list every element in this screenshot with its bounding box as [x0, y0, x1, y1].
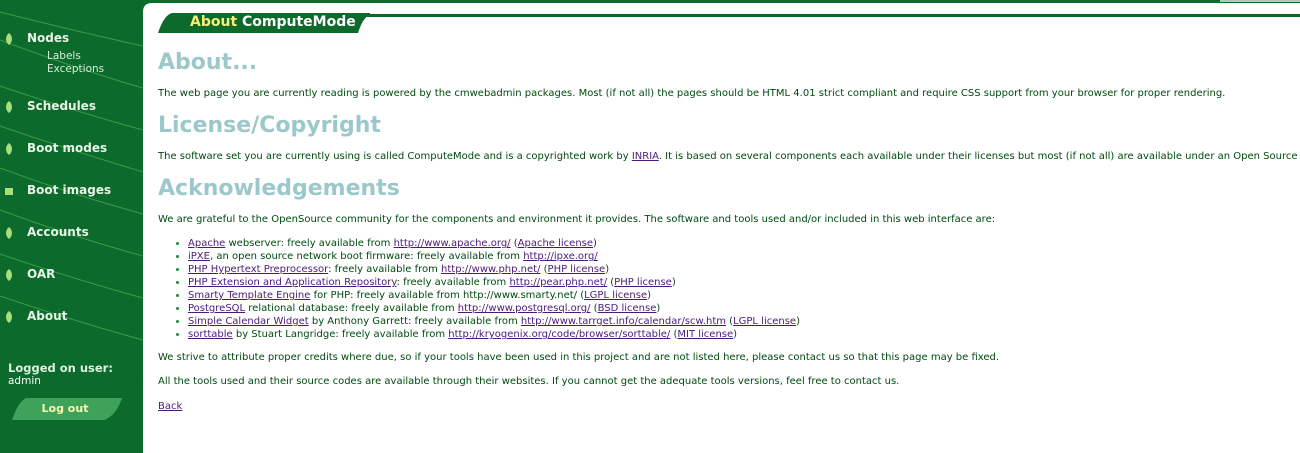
logout-button-label: Log out	[41, 402, 89, 415]
sidebar-item-about[interactable]: About	[0, 306, 143, 328]
logged-on-label: Logged on user:	[8, 361, 113, 375]
acknowledgement-text: by Anthony Garrett: freely available fro…	[308, 316, 521, 327]
sidebar-item-schedules[interactable]: Schedules	[0, 96, 143, 118]
sidebar-item-label: Boot images	[27, 183, 112, 197]
header-line	[360, 14, 1300, 17]
acknowledgement-link[interactable]: http://www.apache.org/	[394, 238, 511, 249]
acknowledgement-link[interactable]: http://ipxe.org/	[523, 251, 597, 262]
acknowledgement-link[interactable]: sorttable	[188, 329, 233, 340]
logout-button[interactable]: Log out	[12, 398, 124, 420]
credits-note: We strive to attribute proper credits wh…	[158, 352, 1000, 363]
leaf-icon	[6, 269, 12, 281]
acknowledgement-link[interactable]: BSD license	[598, 303, 657, 314]
back-link[interactable]: Back	[158, 401, 182, 412]
main-content: About... The web page you are currently …	[158, 48, 1300, 414]
acknowledgement-item: Simple Calendar Widget by Anthony Garret…	[188, 315, 1298, 328]
acknowledgement-link[interactable]: Apache license	[518, 238, 593, 249]
acknowledgement-link[interactable]: http://pear.php.net/	[509, 277, 607, 288]
acknowledgements-intro: We are grateful to the OpenSource commun…	[158, 214, 996, 225]
acknowledgements-list: Apache webserver: freely available from …	[158, 237, 1298, 341]
leaf-icon	[6, 311, 12, 323]
acknowledgement-link[interactable]: LGPL license	[733, 316, 796, 327]
acknowledgement-text: : freely available from	[396, 277, 510, 288]
logged-on-username: admin	[8, 375, 41, 387]
acknowledgement-link[interactable]: PostgreSQL	[188, 303, 245, 314]
acknowledgement-text: )	[733, 329, 738, 340]
leaf-icon	[6, 33, 12, 45]
acknowledgement-link[interactable]: http://www.tarrget.info/calendar/scw.htm	[521, 316, 726, 327]
sidebar-item-label: Schedules	[27, 99, 96, 113]
acknowledgement-item: Smarty Template Engine for PHP: freely a…	[188, 289, 1298, 302]
leaf-icon	[6, 143, 12, 155]
sidebar: Nodes Labels Exceptions Schedules Boot m…	[0, 0, 143, 453]
acknowledgement-link[interactable]: PHP Extension and Application Repository	[188, 277, 397, 288]
acknowledgement-text: )	[671, 277, 676, 288]
page-title-name: ComputeMode	[242, 14, 356, 30]
sidebar-item-label: About	[27, 309, 68, 323]
acknowledgement-item: iPXE, an open source network boot firmwa…	[188, 250, 1298, 263]
inria-link[interactable]: INRIA	[632, 151, 659, 162]
acknowledgement-link[interactable]: PHP license	[548, 264, 606, 275]
acknowledgement-text: (	[725, 316, 734, 327]
acknowledgement-link[interactable]: iPXE	[188, 251, 210, 262]
leaf-icon	[6, 227, 12, 239]
license-text: The software set you are currently using…	[158, 150, 1300, 164]
acknowledgement-link[interactable]: Smarty Template Engine	[188, 290, 310, 301]
acknowledgement-text: for PHP: freely available from http://ww…	[310, 290, 585, 301]
sidebar-item-label: Nodes	[27, 31, 70, 45]
acknowledgement-text: )	[656, 303, 661, 314]
sidebar-subitem-exceptions[interactable]: Exceptions	[47, 63, 104, 75]
acknowledgement-text: )	[593, 238, 597, 249]
sidebar-item-boot-images[interactable]: Boot images	[0, 180, 143, 202]
leaf-icon	[5, 188, 13, 195]
license-text-before: The software set you are currently using…	[158, 151, 632, 162]
acknowledgement-text: webserver: freely available from	[225, 238, 394, 249]
acknowledgement-text: )	[796, 316, 800, 327]
acknowledgement-link[interactable]: http://kryogenix.org/code/browser/sortta…	[448, 329, 670, 340]
page-title-prefix: About	[190, 14, 238, 30]
about-heading: About...	[158, 50, 258, 75]
sidebar-item-nodes[interactable]: Nodes	[0, 28, 143, 50]
acknowledgement-text: (	[510, 238, 518, 249]
acknowledgement-text: )	[605, 264, 610, 275]
acknowledgement-text: : freely available from	[328, 264, 442, 275]
acknowledgement-text: )	[647, 290, 652, 301]
acknowledgement-link[interactable]: PHP Hypertext Preprocessor	[188, 264, 328, 275]
top-border	[143, 0, 1300, 3]
about-text: The web page you are currently reading i…	[158, 88, 1226, 99]
acknowledgement-link[interactable]: http://www.postgresql.org/	[458, 303, 591, 314]
sidebar-item-label: Accounts	[27, 225, 89, 239]
acknowledgement-link[interactable]: Simple Calendar Widget	[188, 316, 309, 327]
acknowledgement-text: by Stuart Langridge: freely available fr…	[232, 329, 449, 340]
acknowledgement-text: relational database: freely available fr…	[245, 303, 458, 314]
acknowledgement-text: (	[590, 303, 598, 314]
leaf-icon	[6, 101, 12, 113]
acknowledgement-link[interactable]: http://www.php.net/	[441, 264, 540, 275]
top-border-light	[1220, 0, 1300, 2]
sidebar-item-accounts[interactable]: Accounts	[0, 222, 143, 244]
page-title: About ComputeMode	[190, 14, 356, 30]
acknowledgements-heading: Acknowledgements	[158, 176, 400, 201]
back-paragraph: Back	[158, 400, 1298, 414]
acknowledgement-item: sorttable by Stuart Langridge: freely av…	[188, 328, 1298, 341]
license-heading: License/Copyright	[158, 113, 381, 138]
acknowledgement-link[interactable]: Apache	[188, 238, 225, 249]
acknowledgement-item: Apache webserver: freely available from …	[188, 237, 1298, 250]
sidebar-item-label: Boot modes	[27, 141, 108, 155]
acknowledgement-text: , an open source network boot firmware: …	[209, 251, 524, 262]
acknowledgement-link[interactable]: LGPL license	[584, 290, 647, 301]
license-text-after: . It is based on several components each…	[658, 151, 1300, 162]
sidebar-item-label: OAR	[27, 267, 56, 281]
sidebar-item-boot-modes[interactable]: Boot modes	[0, 138, 143, 160]
acknowledgement-link[interactable]: MIT license	[677, 329, 733, 340]
acknowledgement-item: PHP Extension and Application Repository…	[188, 276, 1298, 289]
sidebar-item-oar[interactable]: OAR	[0, 264, 143, 286]
acknowledgement-link[interactable]: PHP license	[614, 277, 672, 288]
sidebar-subitem-labels[interactable]: Labels	[47, 50, 81, 62]
acknowledgement-item: PostgreSQL relational database: freely a…	[188, 302, 1298, 315]
acknowledgement-text: (	[540, 264, 548, 275]
acknowledgement-item: PHP Hypertext Preprocessor: freely avail…	[188, 263, 1298, 276]
sources-note: All the tools used and their source code…	[158, 376, 900, 387]
